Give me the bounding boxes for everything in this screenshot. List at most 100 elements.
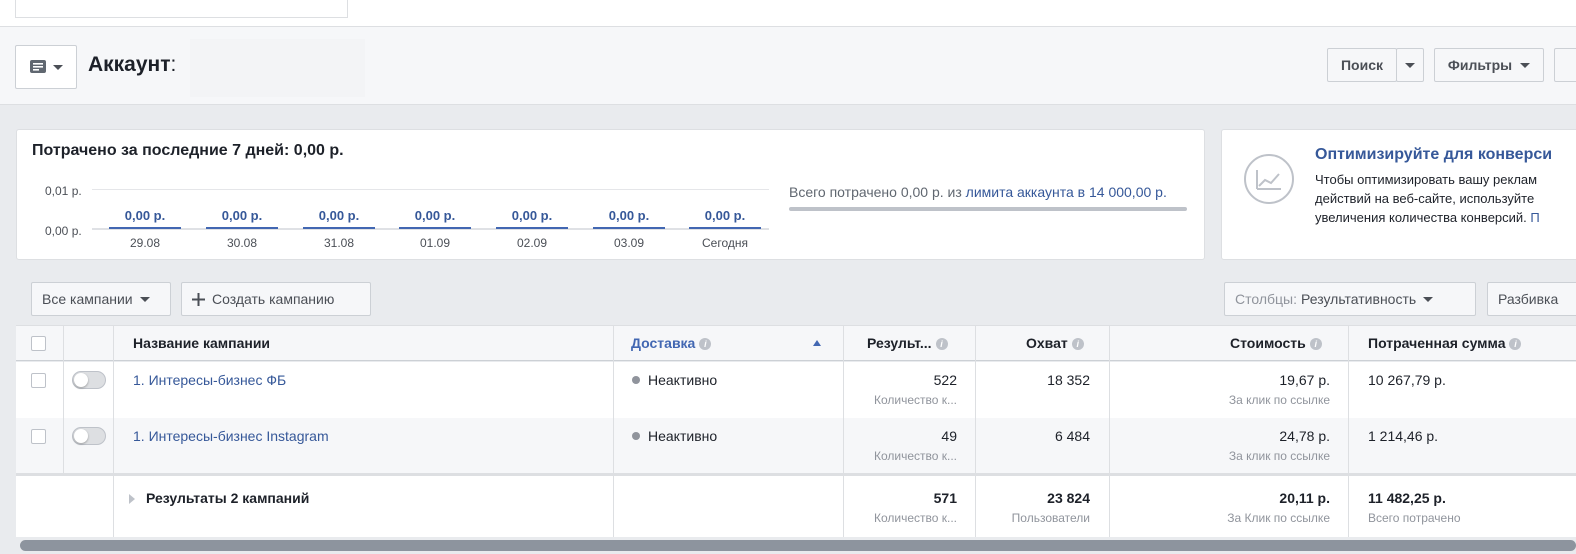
columns-dropdown[interactable]: Столбцы: Результативность bbox=[1224, 282, 1476, 316]
optimize-description: Чтобы оптимизировать вашу реклам действи… bbox=[1315, 172, 1540, 225]
info-icon: i bbox=[699, 338, 712, 350]
account-switcher-button[interactable] bbox=[15, 45, 77, 89]
day-spend-value[interactable]: 0,00 р. bbox=[685, 208, 765, 223]
status-dot-icon bbox=[632, 432, 640, 440]
day-spend-value[interactable]: 0,00 р. bbox=[105, 208, 185, 223]
chevron-down-icon bbox=[1520, 62, 1531, 68]
search-button[interactable]: Поиск bbox=[1327, 48, 1397, 82]
day-date-label: 01.09 bbox=[419, 236, 451, 250]
column-divider bbox=[843, 325, 844, 537]
filters-button[interactable]: Фильтры bbox=[1434, 48, 1544, 82]
day-spend-bar bbox=[496, 227, 568, 229]
column-divider bbox=[1109, 325, 1110, 537]
create-campaign-button[interactable]: Создать кампанию bbox=[181, 282, 371, 316]
page-title: Аккаунт: bbox=[88, 53, 177, 76]
day-spend-bar bbox=[399, 227, 471, 229]
campaign-toggle[interactable] bbox=[72, 427, 106, 445]
account-name-redacted bbox=[190, 39, 365, 97]
account-limit-link[interactable]: лимита аккаунта в 14 000,00 р. bbox=[966, 184, 1167, 200]
spend-summary-card: Потрачено за последние 7 дней: 0,00 р. 0… bbox=[16, 129, 1205, 260]
select-all-checkbox[interactable] bbox=[31, 336, 46, 351]
column-divider bbox=[1348, 325, 1349, 537]
row-checkbox[interactable] bbox=[31, 373, 46, 388]
summary-spent: 11 482,25 р. bbox=[1368, 490, 1446, 506]
day-date-label: 29.08 bbox=[129, 236, 161, 250]
day-spend-value[interactable]: 0,00 р. bbox=[202, 208, 282, 223]
day-date-label: 31.08 bbox=[323, 236, 355, 250]
summary-cost-type: За Клик по ссылке bbox=[1227, 511, 1330, 525]
cost-type: За клик по ссылке bbox=[1228, 449, 1330, 463]
chevron-down-icon bbox=[1405, 62, 1415, 68]
day-date-label: 03.09 bbox=[613, 236, 645, 250]
reach-value: 18 352 bbox=[1047, 372, 1090, 388]
column-header-name[interactable]: Название кампании bbox=[133, 335, 270, 351]
column-header-cost[interactable]: Стоимость i bbox=[1230, 335, 1322, 351]
plus-icon bbox=[192, 292, 205, 306]
optimize-title[interactable]: Оптимизируйте для конверси bbox=[1315, 146, 1552, 164]
y-axis-top-label: 0,01 р. bbox=[45, 184, 82, 198]
chevron-down-icon bbox=[139, 296, 150, 302]
sort-ascending-icon bbox=[813, 340, 821, 346]
spent-value: 1 214,46 р. bbox=[1368, 428, 1439, 444]
column-header-delivery[interactable]: Доставка i bbox=[631, 335, 712, 351]
day-spend-value[interactable]: 0,00 р. bbox=[492, 208, 572, 223]
summary-label: Результаты 2 кампаний bbox=[146, 490, 310, 506]
optimize-conversions-card: Оптимизируйте для конверси Чтобы оптимиз… bbox=[1221, 129, 1576, 260]
info-icon: i bbox=[1509, 338, 1522, 350]
day-date-label: Сегодня bbox=[702, 236, 748, 250]
top-strip bbox=[0, 0, 1576, 27]
day-spend-value[interactable]: 0,00 р. bbox=[395, 208, 475, 223]
chevron-right-icon[interactable] bbox=[129, 494, 135, 504]
results-type: Количество к... bbox=[873, 449, 957, 463]
y-axis-bottom-label: 0,00 р. bbox=[45, 224, 82, 238]
day-spend-bar bbox=[303, 227, 375, 229]
column-divider bbox=[63, 325, 64, 473]
day-date-label: 02.09 bbox=[516, 236, 548, 250]
day-spend-value[interactable]: 0,00 р. bbox=[299, 208, 379, 223]
breakdown-dropdown[interactable]: Разбивка bbox=[1487, 282, 1576, 316]
campaign-name-link[interactable]: 1. Интересы-бизнес ФБ bbox=[133, 372, 286, 388]
more-button[interactable] bbox=[1554, 48, 1576, 82]
horizontal-scrollbar[interactable] bbox=[20, 540, 1576, 551]
account-header: Аккаунт: Поиск Фильтры bbox=[0, 27, 1576, 105]
reach-value: 6 484 bbox=[1054, 428, 1090, 444]
day-spend-bar bbox=[689, 227, 761, 229]
chart-trend-icon bbox=[1244, 154, 1294, 204]
chart-gridline bbox=[92, 189, 769, 190]
cost-value: 19,67 р. bbox=[1279, 372, 1330, 388]
info-icon: i bbox=[935, 338, 948, 350]
status-dot-icon bbox=[632, 376, 640, 384]
account-limit-text: Всего потрачено 0,00 р. из лимита аккаун… bbox=[789, 184, 1167, 200]
cost-value: 24,78 р. bbox=[1279, 428, 1330, 444]
spent-value: 10 267,79 р. bbox=[1368, 372, 1446, 388]
all-campaigns-dropdown[interactable]: Все кампании bbox=[31, 282, 171, 316]
column-divider bbox=[113, 325, 114, 537]
column-header-reach[interactable]: Охват i bbox=[1026, 335, 1084, 351]
campaign-toggle[interactable] bbox=[72, 371, 106, 389]
column-header-spent[interactable]: Потраченная сумма i bbox=[1368, 335, 1522, 351]
results-value: 49 bbox=[941, 428, 957, 444]
day-spend-value[interactable]: 0,00 р. bbox=[589, 208, 669, 223]
table-row[interactable]: 1. Интересы-бизнес ФБ Неактивно 522 Коли… bbox=[16, 362, 1576, 418]
column-divider bbox=[613, 325, 614, 537]
table-header: Название кампании Доставка i Результ... i … bbox=[16, 325, 1576, 361]
day-spend-bar bbox=[109, 227, 181, 229]
top-search-field[interactable] bbox=[15, 0, 348, 18]
summary-reach-type: Пользователи bbox=[1011, 511, 1090, 525]
spend-title: Потрачено за последние 7 дней: 0,00 р. bbox=[32, 142, 344, 159]
table-row[interactable]: 1. Интересы-бизнес Instagram Неактивно 4… bbox=[16, 418, 1576, 473]
summary-spent-type: Всего потрачено bbox=[1368, 511, 1461, 525]
day-date-label: 30.08 bbox=[226, 236, 258, 250]
campaign-name-link[interactable]: 1. Интересы-бизнес Instagram bbox=[133, 428, 329, 444]
account-icon bbox=[30, 60, 46, 73]
chevron-down-icon bbox=[1423, 296, 1434, 302]
day-spend-bar bbox=[593, 227, 665, 229]
search-dropdown-button[interactable] bbox=[1396, 48, 1424, 82]
delivery-status: Неактивно bbox=[632, 428, 717, 444]
summary-results-type: Количество к... bbox=[873, 511, 957, 525]
summary-row: Результаты 2 кампаний 571 Количество к..… bbox=[16, 473, 1576, 537]
row-checkbox[interactable] bbox=[31, 429, 46, 444]
column-header-results[interactable]: Результ... i bbox=[867, 335, 948, 351]
chevron-down-icon bbox=[53, 64, 63, 70]
optimize-link[interactable]: П bbox=[1530, 210, 1539, 225]
